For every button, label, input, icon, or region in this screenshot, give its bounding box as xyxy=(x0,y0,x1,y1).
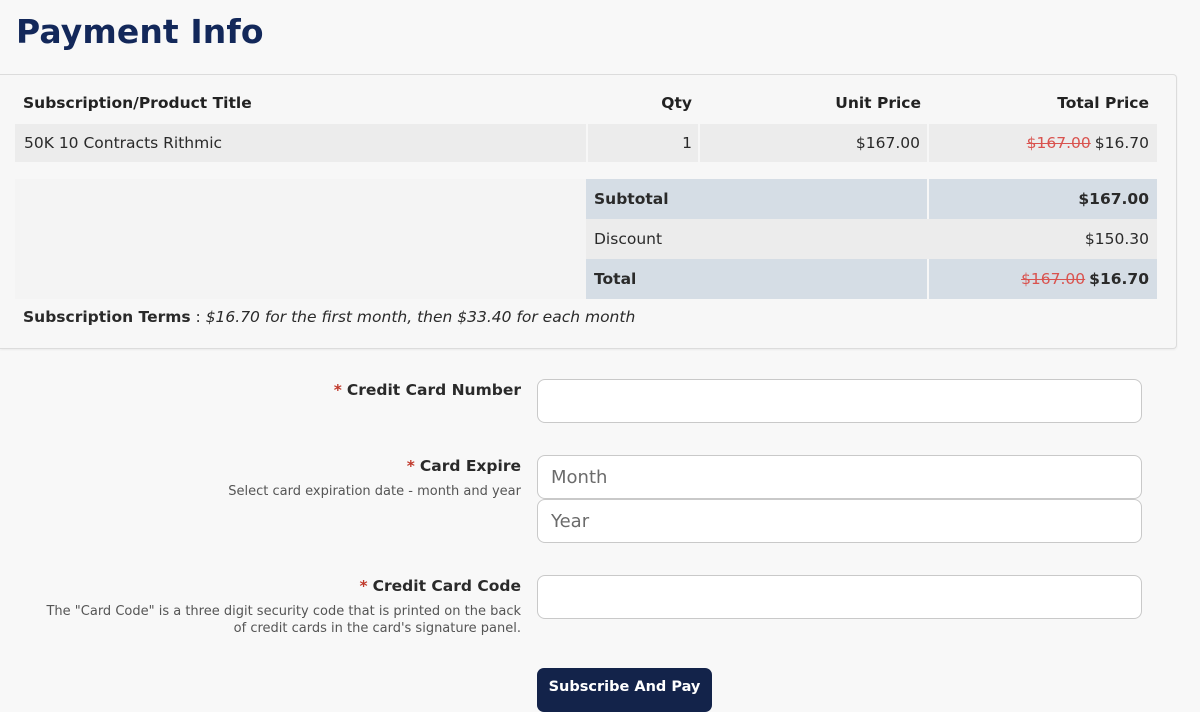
required-marker: * xyxy=(333,381,342,399)
card-expire-month-input[interactable] xyxy=(537,455,1142,499)
required-marker: * xyxy=(359,577,368,595)
item-title: 50K 10 Contracts Rithmic xyxy=(24,134,223,152)
card-expire-year-input[interactable] xyxy=(537,499,1142,543)
order-summary-card: Subscription/Product Title Qty Unit Pric… xyxy=(0,74,1177,349)
subscription-terms-separator: : xyxy=(190,308,206,326)
subscription-terms: Subscription Terms : $16.70 for the firs… xyxy=(23,308,635,326)
summary-spacer xyxy=(15,179,586,299)
credit-card-code-help-line1: The "Card Code" is a three digit securit… xyxy=(46,604,521,619)
header-total-price: Total Price xyxy=(1057,94,1149,112)
discount-label: Discount xyxy=(594,230,663,248)
item-total-price: $167.00 $16.70 xyxy=(935,124,1149,162)
credit-card-code-help: The "Card Code" is a three digit securit… xyxy=(46,603,521,637)
card-expire-label: * Card Expire xyxy=(407,457,521,475)
credit-card-code-input[interactable] xyxy=(537,575,1142,619)
item-discounted-price: $16.70 xyxy=(1094,134,1149,152)
item-original-price: $167.00 xyxy=(1026,134,1091,152)
total-original-price: $167.00 xyxy=(1021,270,1086,288)
page-title: Payment Info xyxy=(16,12,264,51)
subtotal-label: Subtotal xyxy=(594,190,669,208)
total-discounted-price: $16.70 xyxy=(1089,270,1149,288)
card-expire-help: Select card expiration date - month and … xyxy=(228,484,521,499)
required-marker: * xyxy=(406,457,415,475)
header-qty: Qty xyxy=(661,94,692,112)
column-divider xyxy=(698,124,700,162)
credit-card-code-help-line2: of credit cards in the card's signature … xyxy=(233,621,521,636)
credit-card-number-label-text: Credit Card Number xyxy=(346,381,521,399)
header-unit-price: Unit Price xyxy=(835,94,921,112)
item-qty: 1 xyxy=(682,134,692,152)
credit-card-code-label-text: Credit Card Code xyxy=(372,577,521,595)
column-divider xyxy=(586,124,588,162)
header-product-title: Subscription/Product Title xyxy=(23,94,252,112)
column-divider xyxy=(927,124,929,162)
total-label: Total xyxy=(594,270,637,288)
subscribe-and-pay-button[interactable]: Subscribe And Pay xyxy=(537,668,712,712)
subtotal-value: $167.00 xyxy=(1078,190,1149,208)
column-divider xyxy=(927,259,929,299)
credit-card-number-label: * Credit Card Number xyxy=(334,381,521,399)
credit-card-code-label: * Credit Card Code xyxy=(360,577,521,595)
item-unit-price: $167.00 xyxy=(855,134,920,152)
credit-card-number-input[interactable] xyxy=(537,379,1142,423)
discount-value: $150.30 xyxy=(1084,230,1149,248)
subscription-terms-value: $16.70 for the first month, then $33.40 … xyxy=(205,308,636,326)
total-value: $167.00 $16.70 xyxy=(935,259,1149,299)
subscription-terms-label: Subscription Terms xyxy=(23,308,191,326)
card-expire-label-text: Card Expire xyxy=(419,457,521,475)
